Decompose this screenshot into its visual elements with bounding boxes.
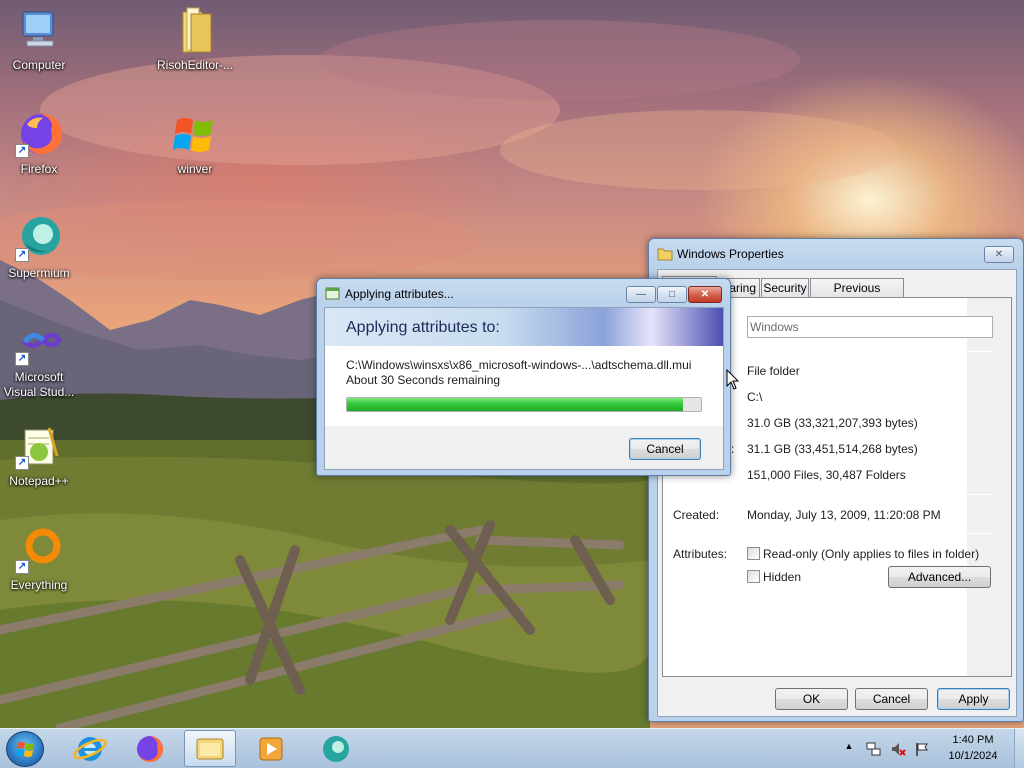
desktop-icon-label: Firefox <box>20 162 58 176</box>
desktop-icon-notepadpp[interactable]: ↗ Notepad++ <box>1 422 77 489</box>
folder-icon <box>171 6 219 54</box>
volume-muted-icon[interactable] <box>890 741 906 757</box>
notepadpp-icon: ↗ <box>15 422 63 470</box>
desktop-icon-visual-studio[interactable]: ↗ Microsoft Visual Stud... <box>1 318 77 400</box>
desktop-icon-risoheditor[interactable]: RisohEditor-... <box>157 6 233 73</box>
tab-previous-versions[interactable]: Previous Versions <box>810 278 904 313</box>
dialog-body: C:\Windows\winsxs\x86_microsoft-windows-… <box>325 346 723 426</box>
progress-fill <box>347 398 684 411</box>
ok-button[interactable]: OK <box>775 688 848 710</box>
readonly-label: Read-only (Only applies to files in fold… <box>763 547 980 561</box>
banner-heading: Applying attributes to: <box>346 319 500 336</box>
location-value: C:\ <box>747 390 763 404</box>
supermium-icon <box>323 736 349 762</box>
shortcut-arrow-icon: ↗ <box>15 560 29 574</box>
properties-close-button[interactable]: ✕ <box>984 246 1014 263</box>
applying-title: Applying attributes... <box>345 287 454 301</box>
applying-attributes-dialog[interactable]: Applying attributes... — □ ✕ Applying at… <box>316 278 731 476</box>
window-app-icon <box>325 287 341 301</box>
show-desktop-button[interactable] <box>1014 729 1024 768</box>
everything-icon: ↗ <box>15 526 63 574</box>
desktop-icon-winver[interactable]: winver <box>157 110 233 177</box>
cancel-button[interactable]: Cancel <box>629 438 701 460</box>
visual-studio-icon: ↗ <box>15 318 63 366</box>
taskbar-firefox[interactable] <box>124 730 176 767</box>
minimize-button[interactable]: — <box>626 286 656 303</box>
explorer-icon <box>196 738 224 760</box>
taskbar-supermium[interactable] <box>310 730 362 767</box>
clock-date[interactable]: 10/1/2024 <box>938 750 1008 762</box>
windows-logo-icon <box>171 110 219 158</box>
shortcut-arrow-icon: ↗ <box>15 248 29 262</box>
cancel-button[interactable]: Cancel <box>855 688 928 710</box>
close-button[interactable]: ✕ <box>688 286 722 303</box>
windows-logo-icon <box>16 742 34 757</box>
hidden-label: Hidden <box>763 570 802 584</box>
contains-value: 151,000 Files, 30,487 Folders <box>747 468 906 482</box>
start-button[interactable] <box>6 731 44 767</box>
time-remaining: About 30 Seconds remaining <box>346 373 501 387</box>
attributes-label: Attributes: <box>673 547 728 561</box>
size-value: 31.0 GB (33,321,207,393 bytes) <box>747 416 918 430</box>
shortcut-arrow-icon: ↗ <box>15 144 29 158</box>
readonly-checkbox[interactable] <box>747 547 760 560</box>
desktop-icon-label: Everything <box>10 578 68 592</box>
desktop-icon-firefox[interactable]: ↗ Firefox <box>1 110 77 177</box>
type-value: File folder <box>747 364 800 378</box>
taskbar: ▲ 1:40 PM 10/1/2024 <box>0 728 1024 768</box>
desktop-icon-supermium[interactable]: ↗ Supermium <box>1 214 77 281</box>
media-player-icon <box>259 737 283 761</box>
advanced-button[interactable]: Advanced... <box>888 566 991 588</box>
properties-titlebar[interactable]: Windows Properties ✕ <box>649 239 1023 269</box>
folder-icon <box>657 247 673 261</box>
applying-titlebar[interactable]: Applying attributes... — □ ✕ <box>317 279 730 309</box>
properties-title: Windows Properties <box>677 247 784 261</box>
desktop-icon-computer[interactable]: Computer <box>1 6 77 73</box>
size-on-disk-value: 31.1 GB (33,451,514,268 bytes) <box>747 442 918 456</box>
panel-shade <box>967 298 1011 676</box>
progress-bar <box>346 397 702 412</box>
action-center-flag-icon[interactable] <box>914 741 930 757</box>
mouse-cursor-icon <box>726 369 740 390</box>
maximize-button[interactable]: □ <box>657 286 687 303</box>
internet-explorer-icon <box>73 737 107 761</box>
desktop-icon-label: Microsoft Visual Stud... <box>3 370 75 399</box>
desktop-icon-label: winver <box>177 162 213 176</box>
desktop-icon-label: Notepad++ <box>9 474 69 488</box>
current-file-path: C:\Windows\winsxs\x86_microsoft-windows-… <box>346 358 692 372</box>
desktop-icon-label: Computer <box>12 58 66 72</box>
tray-overflow-chevron[interactable]: ▲ <box>842 741 856 751</box>
applying-client: Applying attributes to: C:\Windows\winsx… <box>324 307 724 470</box>
desktop-icon-label: Supermium <box>8 266 70 280</box>
separator <box>673 533 993 534</box>
taskbar-internet-explorer[interactable] <box>64 730 116 767</box>
computer-icon <box>15 6 63 54</box>
network-icon[interactable] <box>866 741 882 757</box>
tab-security[interactable]: Security <box>761 278 809 298</box>
dialog-banner: Applying attributes to: <box>325 308 723 346</box>
desktop-icon-everything[interactable]: ↗ Everything <box>1 526 77 593</box>
supermium-icon: ↗ <box>15 214 63 262</box>
apply-button[interactable]: Apply <box>937 688 1010 710</box>
firefox-icon <box>137 736 163 762</box>
hidden-checkbox[interactable] <box>747 570 760 583</box>
shortcut-arrow-icon: ↗ <box>15 352 29 366</box>
taskbar-explorer[interactable] <box>184 730 236 767</box>
shortcut-arrow-icon: ↗ <box>15 456 29 470</box>
desktop-icon-label: RisohEditor-... <box>157 58 234 72</box>
taskbar-media-player[interactable] <box>244 730 296 767</box>
firefox-icon: ↗ <box>15 110 63 158</box>
folder-name-field[interactable]: Windows <box>747 316 993 338</box>
created-label: Created: <box>673 508 720 522</box>
separator <box>673 494 993 495</box>
clock-time[interactable]: 1:40 PM <box>938 734 1008 746</box>
created-value: Monday, July 13, 2009, 11:20:08 PM <box>747 508 941 522</box>
